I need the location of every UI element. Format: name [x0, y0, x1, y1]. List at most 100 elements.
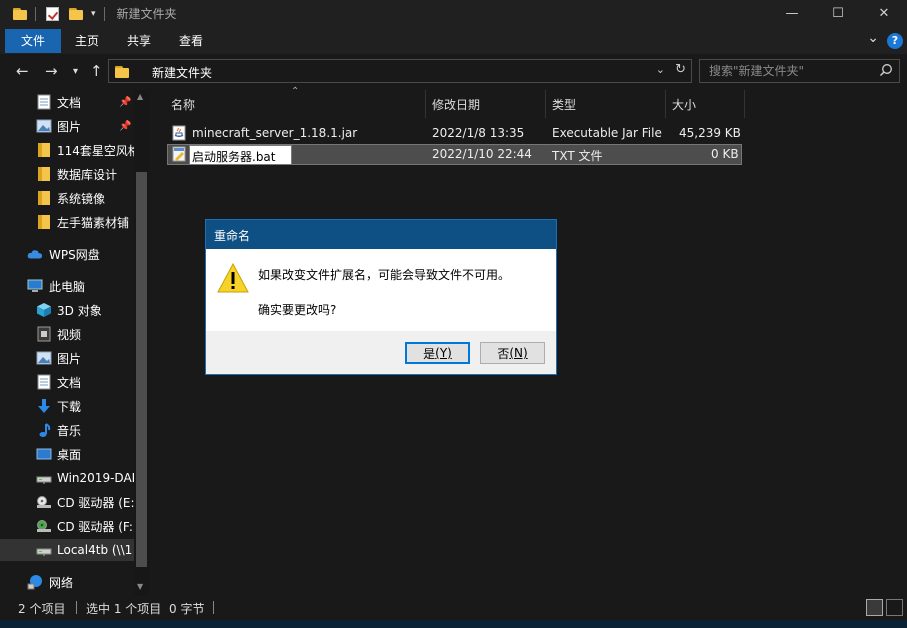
column-divider[interactable]	[545, 90, 546, 118]
refresh-icon[interactable]: ↻	[675, 62, 686, 77]
search-box[interactable]	[699, 59, 900, 83]
expand-ribbon-icon[interactable]: ⌄	[867, 30, 879, 46]
sidebar-item-label: CD 驱动器 (E:	[57, 495, 134, 510]
sidebar-item-downloads[interactable]: 下载	[0, 395, 134, 417]
minimize-button[interactable]: —	[769, 0, 815, 27]
chevron-down-icon[interactable]: ⌄	[656, 63, 665, 76]
scrollbar-thumb[interactable]	[136, 172, 147, 567]
up-arrow-icon[interactable]: ↑	[90, 62, 103, 80]
3d-objects-icon	[36, 302, 52, 318]
cloud-icon	[27, 246, 43, 262]
sidebar-item-documents-pinned[interactable]: 文档 📌	[0, 91, 134, 113]
new-folder-icon[interactable]	[69, 7, 83, 20]
computer-icon	[27, 278, 43, 294]
sidebar-item-3d-objects[interactable]: 3D 对象	[0, 299, 134, 321]
close-button[interactable]: ✕	[861, 0, 907, 27]
sidebar-item-label: Local4tb (\\1	[57, 543, 133, 557]
folder-icon	[36, 190, 52, 206]
network-drive-icon	[36, 470, 52, 486]
sidebar-item-this-pc[interactable]: 此电脑	[0, 275, 134, 297]
sidebar-item-cd-drive-e[interactable]: CD 驱动器 (E:	[0, 491, 134, 513]
taskbar-edge	[0, 620, 907, 628]
tab-view[interactable]: 查看	[165, 29, 217, 53]
warning-icon	[217, 263, 249, 293]
status-divider	[76, 601, 77, 614]
column-header-size[interactable]: 大小	[672, 90, 696, 118]
column-divider[interactable]	[665, 90, 666, 118]
sidebar-item-pictures-pinned[interactable]: 图片 📌	[0, 115, 134, 137]
pictures-icon	[36, 350, 52, 366]
sidebar-item-pictures[interactable]: 图片	[0, 347, 134, 369]
dialog-message: 如果改变文件扩展名，可能会导致文件不可用。	[258, 268, 511, 282]
large-icons-view-icon[interactable]	[886, 599, 903, 616]
selected-size: 0 字节	[169, 602, 205, 616]
column-divider[interactable]	[425, 90, 426, 118]
tab-file[interactable]: 文件	[5, 28, 62, 53]
jar-file-icon	[172, 125, 186, 141]
no-button[interactable]: 否 (N)	[480, 342, 545, 364]
yes-button[interactable]: 是 (Y)	[405, 342, 470, 364]
back-arrow-icon[interactable]: ←	[16, 62, 29, 80]
sidebar-item-label: Win2019-DAE	[57, 471, 134, 485]
sidebar-item-folder[interactable]: 数据库设计	[0, 163, 134, 185]
dialog-title: 重命名	[206, 220, 556, 249]
forward-arrow-icon[interactable]: →	[45, 62, 58, 80]
sidebar-item-folder[interactable]: 左手猫素材铺	[0, 211, 134, 233]
sort-ascending-icon: ⌃	[291, 86, 300, 97]
window-title: 新建文件夹	[116, 7, 177, 21]
address-path[interactable]: 新建文件夹	[152, 64, 212, 81]
column-label: 类型	[552, 97, 577, 112]
status-bar: 2 个项目 选中 1 个项目 0 字节	[0, 596, 907, 620]
file-modified: 2022/1/8 13:35	[432, 126, 525, 140]
search-icon[interactable]	[879, 63, 893, 77]
sidebar-item-folder[interactable]: 系统镜像	[0, 187, 134, 209]
tab-share[interactable]: 共享	[113, 29, 165, 53]
column-divider[interactable]	[744, 90, 745, 118]
file-row-selected[interactable]: 启动服务器.bat 2022/1/10 22:44 TXT 文件 0 KB	[167, 144, 742, 165]
tab-home[interactable]: 主页	[61, 29, 113, 53]
music-icon	[36, 422, 52, 438]
properties-icon[interactable]	[46, 6, 59, 21]
sidebar-item-label: 此电脑	[49, 279, 86, 294]
cd-drive-icon	[36, 494, 52, 510]
rename-confirm-dialog: 重命名 如果改变文件扩展名，可能会导致文件不可用。 确实要更改吗? 是 (Y) 否…	[205, 219, 557, 375]
download-icon	[36, 398, 52, 414]
quick-access-toolbar: ▾	[0, 0, 111, 27]
sidebar-item-cd-drive-f[interactable]: CD 驱动器 (F:)	[0, 515, 134, 537]
address-bar[interactable]: 新建文件夹 ⌄ ↻	[108, 59, 692, 83]
dialog-body: 如果改变文件扩展名，可能会导致文件不可用。 确实要更改吗?	[206, 249, 556, 331]
recent-locations-icon[interactable]: ▾	[73, 66, 78, 77]
sidebar-item-network[interactable]: 网络	[0, 571, 134, 593]
ribbon-tabs: 文件 主页 共享 查看 ⌄ ?	[0, 27, 907, 54]
sidebar-item-wps-cloud[interactable]: WPS网盘	[0, 243, 134, 265]
rename-text: 启动服务器.bat	[192, 150, 276, 164]
column-label: 修改日期	[432, 97, 481, 112]
sidebar-item-videos[interactable]: 视频	[0, 323, 134, 345]
sidebar-item-documents[interactable]: 文档	[0, 371, 134, 393]
scroll-up-icon[interactable]: ▲	[137, 92, 143, 101]
dialog-footer: 是 (Y) 否 (N)	[206, 331, 556, 374]
accelerator-key: (N)	[509, 346, 528, 360]
folder-icon	[36, 142, 52, 158]
file-size: 0 KB	[711, 147, 739, 161]
sidebar-scrollbar[interactable]: ▲ ▼	[134, 90, 149, 596]
scroll-down-icon[interactable]: ▼	[137, 582, 143, 591]
sidebar-item-folder[interactable]: 114套星空风格	[0, 139, 134, 161]
sidebar-item-label: 文档	[57, 95, 82, 110]
sidebar-item-label: 图片	[57, 119, 82, 134]
sidebar-item-network-drive[interactable]: Win2019-DAE	[0, 467, 134, 489]
sidebar-item-music[interactable]: 音乐	[0, 419, 134, 441]
file-row[interactable]: minecraft_server_1.18.1.jar 2022/1/8 13:…	[167, 123, 742, 144]
search-input[interactable]	[700, 60, 875, 82]
customize-toolbar-icon[interactable]: ▾	[91, 9, 96, 19]
column-header-type[interactable]: 类型	[552, 90, 576, 118]
help-icon[interactable]: ?	[887, 32, 903, 49]
sidebar-item-desktop[interactable]: 桌面	[0, 443, 134, 465]
column-header-modified[interactable]: 修改日期	[432, 90, 480, 118]
details-view-icon[interactable]	[866, 599, 883, 616]
sidebar-item-local4tb[interactable]: Local4tb (\\1	[0, 539, 134, 561]
column-header-name[interactable]: 名称 ⌃	[171, 86, 299, 118]
rename-input[interactable]: 启动服务器.bat	[189, 145, 292, 165]
folder-icon	[13, 7, 27, 20]
maximize-button[interactable]: ☐	[815, 0, 861, 27]
